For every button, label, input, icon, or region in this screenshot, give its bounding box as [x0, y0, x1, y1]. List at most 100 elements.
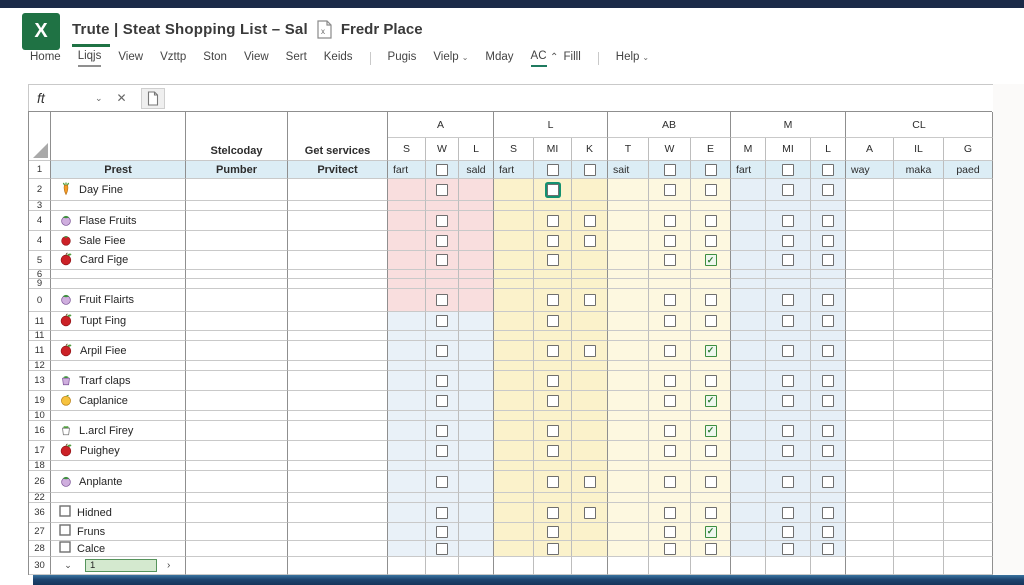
cell[interactable] — [186, 179, 288, 201]
cell[interactable] — [288, 421, 388, 441]
excel-logo[interactable]: X — [22, 13, 60, 50]
cell[interactable] — [572, 557, 608, 575]
menu-item-ston[interactable]: Ston — [203, 51, 227, 66]
checkbox[interactable] — [664, 476, 676, 488]
cell[interactable]: Calce — [51, 541, 186, 557]
cell[interactable] — [811, 231, 846, 251]
cell[interactable] — [846, 557, 894, 575]
cell[interactable] — [608, 211, 649, 231]
checkbox[interactable] — [547, 164, 559, 176]
checkbox[interactable] — [664, 425, 676, 437]
cell[interactable] — [731, 231, 766, 251]
cell[interactable] — [691, 289, 731, 312]
cell[interactable] — [534, 391, 572, 411]
cell[interactable] — [608, 341, 649, 361]
cell[interactable] — [846, 441, 894, 461]
cell[interactable] — [691, 201, 731, 211]
cell[interactable] — [186, 211, 288, 231]
cell[interactable] — [572, 471, 608, 493]
cell[interactable] — [459, 231, 494, 251]
cell[interactable] — [811, 411, 846, 421]
cell[interactable] — [766, 503, 811, 523]
cell[interactable] — [572, 371, 608, 391]
cell[interactable] — [186, 361, 288, 371]
row-number[interactable]: 9 — [29, 279, 51, 289]
column-header-CL-IL[interactable]: IL — [894, 138, 944, 161]
row-number[interactable]: 27 — [29, 523, 51, 541]
column-header-A-W[interactable]: W — [426, 138, 459, 161]
cell[interactable] — [649, 493, 691, 503]
cell[interactable] — [608, 523, 649, 541]
checkbox[interactable] — [822, 395, 834, 407]
checkbox[interactable] — [822, 445, 834, 457]
cell[interactable] — [846, 270, 894, 279]
cell[interactable] — [944, 289, 993, 312]
cell[interactable] — [494, 541, 534, 557]
checkbox[interactable] — [547, 507, 559, 519]
cell[interactable] — [894, 523, 944, 541]
cell[interactable] — [288, 251, 388, 270]
checkbox[interactable] — [664, 254, 676, 266]
cell[interactable] — [608, 270, 649, 279]
cell[interactable] — [572, 289, 608, 312]
cell[interactable] — [811, 503, 846, 523]
cell[interactable] — [494, 231, 534, 251]
cell[interactable] — [186, 541, 288, 557]
cell[interactable] — [766, 341, 811, 361]
cell[interactable] — [731, 421, 766, 441]
checkbox[interactable] — [822, 425, 834, 437]
cell[interactable] — [731, 201, 766, 211]
cell[interactable]: paed — [944, 161, 993, 179]
cell[interactable] — [534, 461, 572, 471]
cell[interactable] — [731, 411, 766, 421]
checkbox[interactable] — [436, 445, 448, 457]
cell[interactable] — [51, 361, 186, 371]
cell[interactable] — [766, 493, 811, 503]
cell[interactable] — [388, 251, 426, 270]
checkbox[interactable] — [705, 445, 717, 457]
cell[interactable] — [944, 421, 993, 441]
cell[interactable] — [766, 441, 811, 461]
cell[interactable]: Hidned — [51, 503, 186, 523]
checkbox[interactable] — [547, 395, 559, 407]
cell[interactable] — [459, 523, 494, 541]
cell[interactable] — [186, 341, 288, 361]
cell[interactable] — [426, 251, 459, 270]
cell[interactable]: fart — [388, 161, 426, 179]
cell[interactable] — [691, 493, 731, 503]
cell[interactable] — [186, 411, 288, 421]
checkbox[interactable] — [436, 315, 448, 327]
checkbox[interactable] — [664, 395, 676, 407]
cell[interactable] — [426, 161, 459, 179]
checkbox[interactable] — [436, 526, 448, 538]
cell[interactable] — [846, 411, 894, 421]
cell[interactable] — [572, 179, 608, 201]
cell[interactable] — [186, 391, 288, 411]
cell[interactable] — [731, 251, 766, 270]
menu-item-vielp[interactable]: Vielp⌄ — [433, 51, 468, 66]
cell[interactable] — [186, 331, 288, 341]
cell[interactable] — [288, 411, 388, 421]
cell[interactable] — [534, 557, 572, 575]
cell[interactable] — [426, 503, 459, 523]
cell[interactable] — [459, 341, 494, 361]
cell[interactable] — [534, 371, 572, 391]
chevron-down-icon[interactable]: ⌄ — [95, 93, 103, 104]
checkbox[interactable] — [782, 215, 794, 227]
cell[interactable] — [388, 493, 426, 503]
checkbox[interactable] — [822, 526, 834, 538]
cell[interactable] — [894, 541, 944, 557]
cell[interactable] — [691, 211, 731, 231]
cell[interactable]: Fruns — [51, 523, 186, 541]
menu-item-filll[interactable]: Filll — [564, 51, 581, 66]
cell[interactable] — [288, 471, 388, 493]
cell[interactable] — [608, 541, 649, 557]
checkbox[interactable] — [822, 235, 834, 247]
checkbox[interactable] — [822, 345, 834, 357]
collapse-ribbon-icon[interactable]: ⌃ — [550, 52, 558, 63]
checkbox[interactable] — [547, 184, 559, 196]
cell[interactable] — [388, 557, 426, 575]
cell[interactable] — [426, 461, 459, 471]
cell[interactable] — [846, 289, 894, 312]
cell[interactable] — [494, 289, 534, 312]
